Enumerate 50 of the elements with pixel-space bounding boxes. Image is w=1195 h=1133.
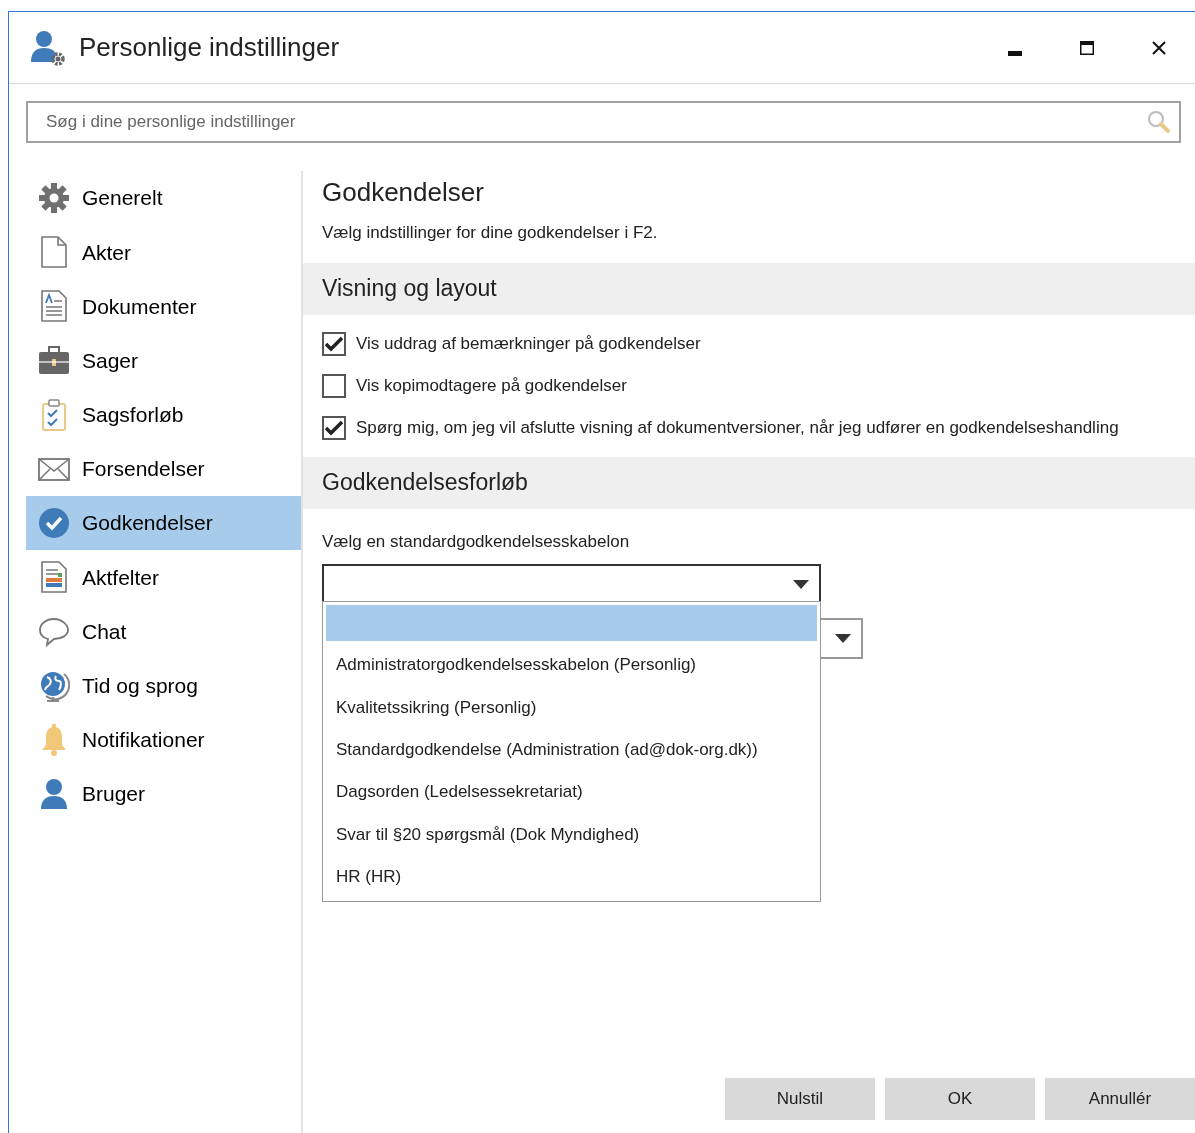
checkbox-label: Spørg mig, om jeg vil afslutte visning af dokumentversioner, når jeg udfører en godkendelseshandling xyxy=(356,416,1119,439)
maximize-icon xyxy=(1080,40,1094,55)
dropdown-option[interactable]: Kvalitetssikring (Personlig) xyxy=(326,686,817,729)
globe-icon xyxy=(38,669,70,702)
briefcase-icon xyxy=(38,344,70,377)
sidebar-item[interactable]: Chat xyxy=(26,604,301,659)
checkbox[interactable] xyxy=(322,373,346,398)
ok-button[interactable]: OK xyxy=(885,1078,1035,1120)
footer-button[interactable]: Nulstil xyxy=(725,1078,875,1120)
dropdown-option[interactable]: Svar til §20 spørgsmål (Dok Myndighed) xyxy=(326,813,817,856)
user-icon xyxy=(38,778,70,811)
checkbox[interactable] xyxy=(322,331,346,356)
speech-bubble-icon xyxy=(38,615,70,648)
sidebar-item[interactable]: Tid og sprog xyxy=(26,658,301,713)
dropdown-option[interactable]: Dagsorden (Ledelsessekretariat) xyxy=(326,770,817,814)
sidebar-item[interactable]: Bruger xyxy=(26,767,301,822)
sidebar-item[interactable]: Akter xyxy=(26,225,301,280)
close-icon xyxy=(1152,40,1166,55)
section-header: Godkendelsesforløb xyxy=(303,456,1195,509)
dropdown-option[interactable]: Standardgodkendelse (Administration (ad@dok-org.dk)) xyxy=(326,728,817,771)
caret-icon xyxy=(793,579,809,590)
sidebar-item[interactable]: Aktfelter xyxy=(26,550,301,605)
sidebar-item[interactable]: Notifikationer xyxy=(26,712,301,768)
document-icon xyxy=(38,290,70,323)
checkbox-label: Vis uddrag af bemærkninger på godkendelser xyxy=(356,332,701,355)
checkbox[interactable] xyxy=(322,415,346,440)
sidebar-item[interactable]: Sagsforløb xyxy=(26,387,301,442)
sidebar-item[interactable]: Godkendelser xyxy=(26,496,301,551)
search-icon xyxy=(1147,110,1171,134)
gear-icon xyxy=(38,182,70,215)
section-header: Visning og layout xyxy=(303,262,1195,315)
caret-icon xyxy=(835,633,851,644)
dropdown-option[interactable]: HR (HR) xyxy=(326,855,817,898)
check-circle-icon xyxy=(38,507,70,540)
sidebar-item[interactable]: Sager xyxy=(26,333,301,388)
page-icon xyxy=(38,236,70,269)
sidebar-item[interactable]: Generelt xyxy=(26,171,301,226)
sidebar-item[interactable]: Forsendelser xyxy=(26,441,301,497)
search-field[interactable]: Søg i dine personlige indstillinger xyxy=(26,101,1181,143)
field-label: Vælg en standardgodkendelsesskabelon xyxy=(322,530,631,553)
page-title: Godkendelser xyxy=(322,176,485,209)
dropdown-option[interactable]: Administratorgodkendelsesskabelon (Personlig) xyxy=(326,644,817,687)
page-description: Vælg indstillinger for dine godkendelser i F2. xyxy=(322,222,659,244)
checkbox-label: Vis kopimodtagere på godkendelser xyxy=(356,374,627,397)
form-icon xyxy=(38,561,70,594)
user-gear-icon xyxy=(31,29,65,66)
footer-button[interactable]: Annullér xyxy=(1045,1078,1195,1120)
window-title: Personlige indstillinger xyxy=(79,31,340,64)
sidebar-item[interactable]: Dokumenter xyxy=(26,279,301,334)
minimize-icon xyxy=(1008,51,1022,56)
